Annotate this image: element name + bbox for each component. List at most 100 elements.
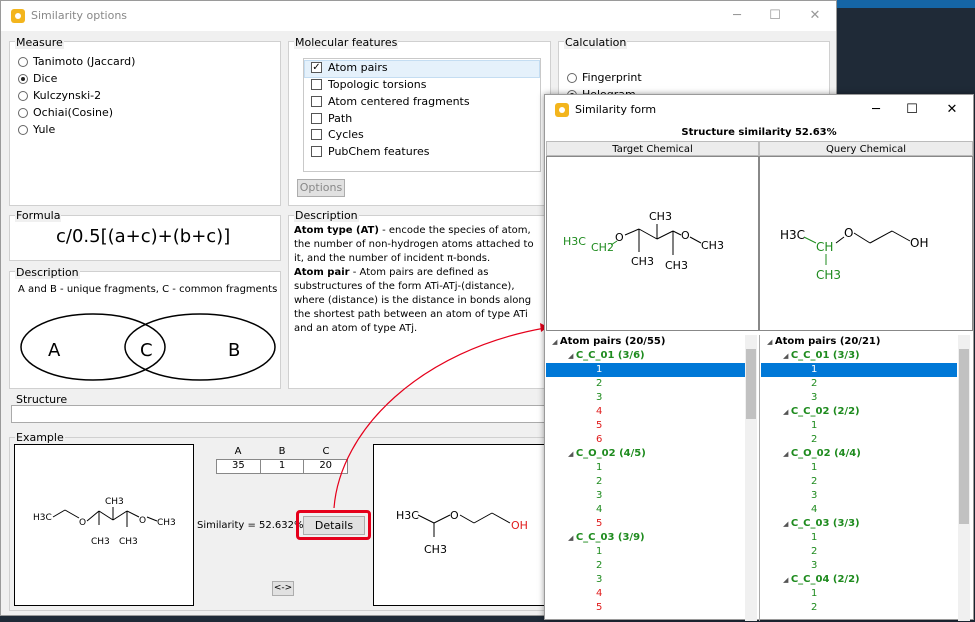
tree-leaf-label: 1 <box>811 588 818 599</box>
radio-button[interactable] <box>18 56 28 67</box>
tree-leaf[interactable]: 1 <box>546 545 745 559</box>
tree-leaf[interactable]: 1 <box>761 587 957 601</box>
feature-path[interactable]: Path <box>311 112 352 125</box>
tree-leaf[interactable]: 2 <box>761 475 957 489</box>
tree-leaf[interactable]: 3 <box>761 559 957 573</box>
target-tree-scrollbar[interactable] <box>745 335 757 621</box>
close-icon[interactable]: ✕ <box>942 100 962 120</box>
minimize-icon[interactable]: ─ <box>727 6 747 26</box>
tree-leaf[interactable]: 2 <box>761 601 957 615</box>
radio-ochiai[interactable]: Ochiai(Cosine) <box>18 106 113 119</box>
feature-cycles[interactable]: Cycles <box>311 128 364 141</box>
query-tree-scrollbar[interactable] <box>958 335 970 621</box>
details-button[interactable]: Details <box>303 516 365 535</box>
tree-leaf-label: 2 <box>596 476 603 487</box>
tree-leaf-label: 1 <box>596 364 603 375</box>
header-c: C <box>322 446 330 457</box>
options-button[interactable]: Options <box>297 179 345 197</box>
tree-leaf[interactable]: 2 <box>761 545 957 559</box>
tree-group[interactable]: ◢ C_C_01 (3/6) <box>546 349 745 363</box>
tree-group[interactable]: ◢ C_O_02 (4/4) <box>761 447 957 461</box>
abc-table: A B C 35 1 20 <box>216 446 348 474</box>
tree-group[interactable]: ◢ C_C_02 (2/2) <box>761 405 957 419</box>
maximize-icon[interactable]: ☐ <box>765 6 785 26</box>
expand-arrow-icon[interactable]: ◢ <box>783 520 791 528</box>
expand-arrow-icon[interactable]: ◢ <box>552 338 560 346</box>
atom-label: O <box>681 229 690 242</box>
tree-leaf[interactable]: 1 <box>761 419 957 433</box>
tree-leaf[interactable]: 4 <box>546 503 745 517</box>
tree-root[interactable]: ◢ Atom pairs (20/55) <box>546 335 745 349</box>
tree-root[interactable]: ◢ Atom pairs (20/21) <box>761 335 957 349</box>
tree-group[interactable]: ◢ C_C_01 (3/3) <box>761 349 957 363</box>
tree-leaf[interactable]: 1 <box>546 461 745 475</box>
tree-leaf[interactable]: 1 <box>761 531 957 545</box>
query-molecule-large: H3C CH CH3 O OH <box>780 226 928 282</box>
tree-leaf[interactable]: 5 <box>546 601 745 615</box>
feature-atom-centered-fragments[interactable]: Atom centered fragments <box>311 95 470 108</box>
query-tree[interactable]: ◢ Atom pairs (20/21) ◢ C_C_01 (3/3) 1 2 3 ◢ C… <box>761 335 957 621</box>
tree-leaf[interactable]: 2 <box>546 475 745 489</box>
radio-button[interactable] <box>18 73 28 84</box>
expand-arrow-icon[interactable]: ◢ <box>568 352 576 360</box>
tree-leaf[interactable]: 1 <box>761 461 957 475</box>
tree-leaf[interactable]: 1 <box>761 363 957 377</box>
query-molecule: H3C CH3 O OH <box>396 509 528 556</box>
feature-topologic-torsions[interactable]: Topologic torsions <box>311 78 426 91</box>
tree-leaf[interactable]: 2 <box>761 377 957 391</box>
tree-leaf[interactable]: 3 <box>761 489 957 503</box>
checkbox[interactable] <box>311 129 322 140</box>
tree-leaf[interactable]: 6 <box>546 433 745 447</box>
checkbox[interactable] <box>311 146 322 157</box>
tree-leaf[interactable]: 2 <box>546 377 745 391</box>
target-tree[interactable]: ◢ Atom pairs (20/55) ◢ C_C_01 (3/6) 1 2 3 4 5 6… <box>546 335 745 621</box>
tree-leaf[interactable]: 3 <box>546 489 745 503</box>
tree-leaf[interactable]: 5 <box>546 517 745 531</box>
radio-yule[interactable]: Yule <box>18 123 55 136</box>
feature-atom-pairs[interactable]: ✓ Atom pairs <box>311 61 388 74</box>
tree-leaf[interactable]: 4 <box>546 405 745 419</box>
radio-button[interactable] <box>18 107 28 118</box>
tree-leaf[interactable]: 3 <box>761 391 957 405</box>
close-icon[interactable]: ✕ <box>805 6 825 26</box>
radio-button[interactable] <box>18 124 28 135</box>
expand-arrow-icon[interactable]: ◢ <box>767 338 775 346</box>
radio-fingerprint[interactable]: Fingerprint <box>567 71 642 84</box>
radio-dice[interactable]: Dice <box>18 72 57 85</box>
tree-group[interactable]: ◢ C_O_02 (4/5) <box>546 447 745 461</box>
tree-leaf-label: 4 <box>596 504 603 515</box>
checkbox[interactable]: ✓ <box>311 62 322 73</box>
expand-arrow-icon[interactable]: ◢ <box>783 352 791 360</box>
tree-leaf[interactable]: 3 <box>546 391 745 405</box>
tree-group[interactable]: ◢ C_C_03 (3/3) <box>761 517 957 531</box>
scrollbar-thumb[interactable] <box>746 349 756 419</box>
radio-tanimoto[interactable]: Tanimoto (Jaccard) <box>18 55 135 68</box>
expand-arrow-icon[interactable]: ◢ <box>568 534 576 542</box>
feature-pubchem[interactable]: PubChem features <box>311 145 429 158</box>
expand-arrow-icon[interactable]: ◢ <box>783 576 791 584</box>
radio-button[interactable] <box>18 90 28 101</box>
maximize-icon[interactable]: ☐ <box>902 100 922 120</box>
tree-leaf[interactable]: 2 <box>761 433 957 447</box>
expand-arrow-icon[interactable]: ◢ <box>568 450 576 458</box>
checkbox[interactable] <box>311 96 322 107</box>
scrollbar-thumb[interactable] <box>959 349 969 524</box>
checkbox[interactable] <box>311 79 322 90</box>
tree-leaf[interactable]: 2 <box>546 559 745 573</box>
checkbox[interactable] <box>311 113 322 124</box>
expand-arrow-icon[interactable]: ◢ <box>783 450 791 458</box>
expand-arrow-icon[interactable]: ◢ <box>783 408 791 416</box>
target-molecule: H3C O CH3 CH3 CH3 O CH3 <box>33 497 176 547</box>
swap-button[interactable]: <-> <box>272 581 294 596</box>
radio-kulczynski[interactable]: Kulczynski-2 <box>18 89 101 102</box>
tree-leaf[interactable]: 4 <box>761 503 957 517</box>
tree-leaf[interactable]: 3 <box>546 573 745 587</box>
tree-leaf[interactable]: 5 <box>546 419 745 433</box>
radio-button[interactable] <box>567 72 577 83</box>
minimize-icon[interactable]: ─ <box>866 100 886 120</box>
tree-leaf[interactable]: 4 <box>546 587 745 601</box>
tree-group[interactable]: ◢ C_C_04 (2/2) <box>761 573 957 587</box>
tree-leaf-label: 1 <box>811 462 818 473</box>
tree-group[interactable]: ◢ C_C_03 (3/9) <box>546 531 745 545</box>
tree-leaf[interactable]: 1 <box>546 363 745 377</box>
